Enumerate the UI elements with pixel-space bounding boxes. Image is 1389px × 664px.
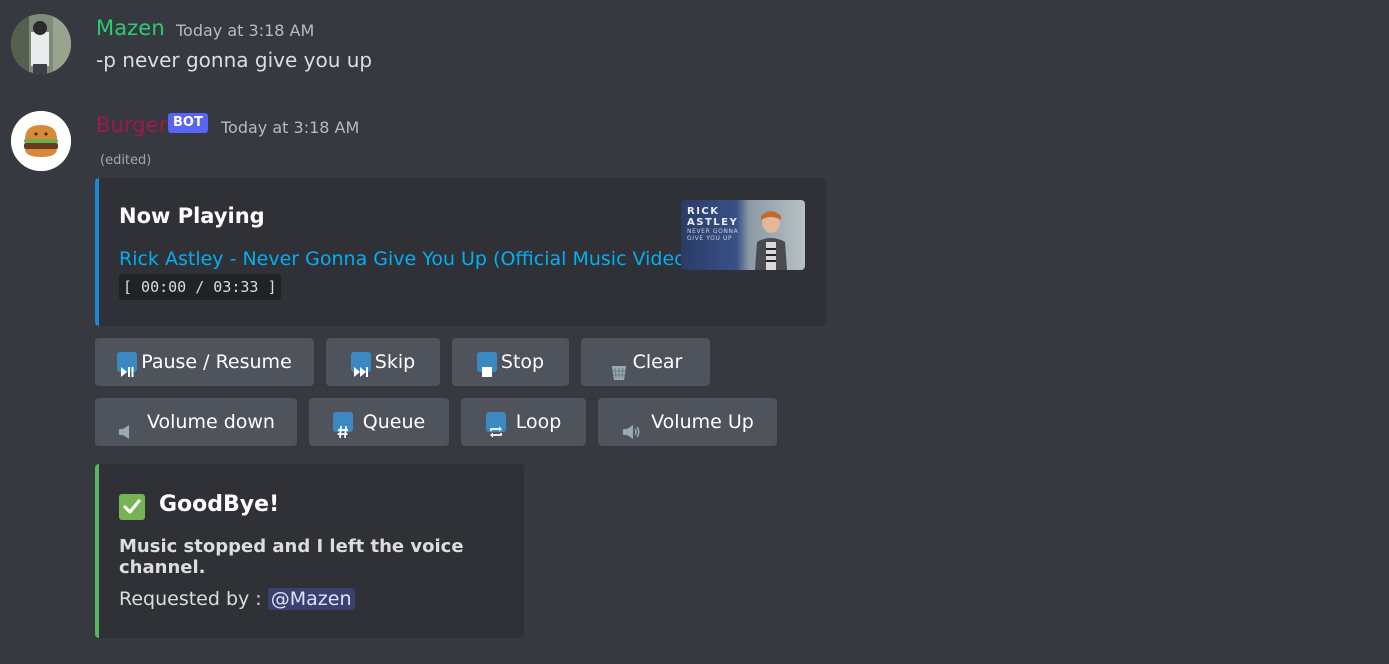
embed-title: Now Playing — [119, 204, 265, 228]
goodbye-title: GoodBye! — [159, 492, 280, 517]
clear-label: Clear — [632, 351, 683, 373]
skip-label: Skip — [374, 351, 416, 373]
burger-icon — [11, 111, 71, 171]
user-mention[interactable]: @Mazen — [267, 588, 355, 610]
volume-up-label: Volume Up — [651, 411, 754, 433]
stop-icon — [476, 352, 497, 377]
user-avatar[interactable] — [11, 14, 71, 74]
bot-avatar[interactable] — [11, 111, 71, 171]
pause-resume-label: Pause / Resume — [141, 351, 292, 373]
thumbnail-person — [755, 211, 787, 270]
goodbye-description: Music stopped and I left the voice chann… — [119, 536, 464, 578]
track-progress: [ 00:00 / 03:33 ] — [119, 274, 281, 300]
goodbye-embed: GoodBye! Music stopped and I left the vo… — [95, 464, 524, 638]
bot-timestamp: Today at 3:18 AM — [221, 118, 360, 137]
volume-up-button[interactable]: Volume Up — [598, 398, 777, 446]
loop-button[interactable]: Loop — [461, 398, 586, 446]
edited-label: (edited) — [100, 153, 152, 168]
check-mark-icon — [119, 494, 145, 520]
user-timestamp: Today at 3:18 AM — [176, 21, 315, 40]
next-track-icon — [350, 352, 371, 377]
thumbnail-subtitle: NEVER GONNA GIVE YOU UP — [687, 228, 739, 242]
video-thumbnail[interactable]: RICK ASTLEY NEVER GONNA GIVE YOU UP — [681, 200, 805, 270]
clear-button[interactable]: Clear — [581, 338, 710, 386]
queue-button[interactable]: Queue — [309, 398, 449, 446]
play-pause-icon — [117, 352, 138, 377]
track-link[interactable]: Rick Astley - Never Gonna Give You Up (O… — [119, 248, 693, 270]
skip-button[interactable]: Skip — [326, 338, 440, 386]
stop-label: Stop — [500, 351, 545, 373]
pause-resume-button[interactable]: Pause / Resume — [95, 338, 314, 386]
volume-down-button[interactable]: Volume down — [95, 398, 297, 446]
speaker-high-icon — [621, 412, 641, 439]
loop-label: Loop — [515, 411, 562, 433]
stop-button[interactable]: Stop — [452, 338, 569, 386]
thumbnail-title: RICK ASTLEY — [687, 206, 739, 228]
user-message-text: -p never gonna give you up — [96, 48, 373, 72]
requested-by-label: Requested by : — [119, 588, 262, 610]
user-name[interactable]: Mazen — [96, 16, 165, 40]
bot-name[interactable]: Burger — [96, 113, 167, 137]
speaker-low-icon — [117, 412, 137, 439]
bot-badge: BOT — [168, 113, 208, 133]
repeat-icon — [485, 412, 506, 438]
wastebasket-icon — [609, 352, 629, 380]
now-playing-embed: Now Playing Rick Astley - Never Gonna Gi… — [95, 178, 826, 326]
requested-by: Requested by : @Mazen — [119, 588, 355, 610]
queue-label: Queue — [362, 411, 426, 433]
volume-down-label: Volume down — [147, 411, 275, 433]
hash-icon — [332, 412, 353, 439]
user-avatar-photo — [11, 14, 71, 74]
